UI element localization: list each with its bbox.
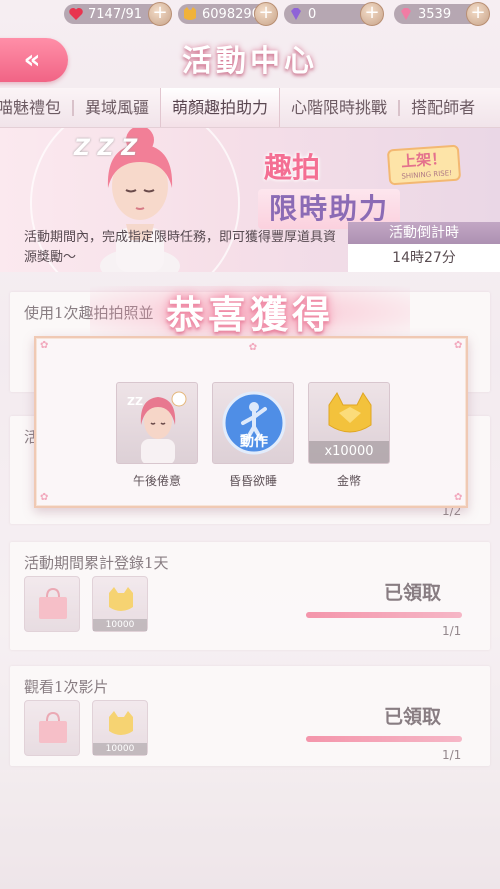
sleepy-girl-avatar-icon: ZZ [127, 391, 187, 463]
add-coin-button[interactable]: + [254, 2, 278, 26]
coin-value: 6098290 [202, 6, 260, 22]
zzz-text: Z Z Z [74, 136, 138, 161]
reward-label: 金幣 [336, 474, 361, 488]
reward-popup: ✿ ✿ ✿ ✿ ✿ ZZ 午後倦意 動作 昏昏欲睡 x10000 金幣 [34, 336, 468, 508]
add-stamina-button[interactable]: + [148, 2, 172, 26]
pink-diamond-value: 3539 [418, 6, 452, 22]
event-description: 活動期間內，完成指定限時任務，即可獲得豐厚道具資源獎勵～ [24, 230, 337, 265]
tab-exotic-frontier[interactable]: 異域風疆 [74, 88, 160, 127]
reward-item-coin[interactable]: x10000 [308, 382, 390, 464]
event-tabs: 喵魅禮包 異域風疆 萌顏趣拍助力 心階限時挑戰 搭配師者 [0, 88, 500, 128]
currency-bar: 7147/91 + 6098290 + 0 + 3539 + [0, 0, 500, 28]
pink-diamond-icon [401, 8, 411, 20]
corner-flower-icon: ✿ [40, 492, 49, 503]
action-tag: 動作 [240, 434, 268, 450]
reward-count: x10000 [309, 441, 389, 463]
popup-title: 恭喜獲得 [165, 292, 334, 337]
banner-title-line1: 趣拍 [264, 151, 321, 184]
top-flower-icon: ✿ [248, 342, 258, 353]
reward-item-outfit[interactable]: ZZ [116, 382, 198, 464]
purple-diamond-counter: 0 + [284, 2, 384, 26]
gold-coin-icon [328, 392, 372, 433]
svg-text:ZZ: ZZ [127, 395, 143, 408]
tab-charm-gift[interactable]: 喵魅禮包 [0, 88, 72, 127]
tab-stylist[interactable]: 搭配師者 [400, 88, 486, 127]
add-purple-diamond-button[interactable]: + [360, 2, 384, 26]
reward-item-action[interactable]: 動作 [212, 382, 294, 464]
reward-label: 昏昏欲睡 [228, 474, 277, 488]
heart-icon [69, 8, 83, 20]
pink-diamond-counter: 3539 + [394, 2, 490, 26]
stamina-value: 7147/91 [88, 6, 143, 22]
purple-diamond-icon [291, 8, 301, 20]
add-pink-diamond-button[interactable]: + [466, 2, 490, 26]
page-title: 活動中心 [182, 44, 318, 79]
corner-flower-icon: ✿ [40, 340, 49, 351]
countdown-value: 14時27分 [392, 250, 456, 266]
purple-diamond-value: 0 [308, 6, 317, 22]
countdown-label: 活動倒計時 [348, 222, 500, 244]
tab-cute-photo-boost[interactable]: 萌顏趣拍助力 [160, 88, 281, 127]
new-badge: 上架！ SHINING RISE! [386, 144, 462, 186]
stamina-counter: 7147/91 + [64, 2, 172, 26]
coin-counter: 6098290 + [178, 2, 278, 26]
cat-coin-icon [184, 7, 196, 20]
corner-flower-icon: ✿ [454, 340, 463, 351]
tab-heart-challenge[interactable]: 心階限時挑戰 [280, 88, 398, 127]
reward-label: 午後倦意 [132, 474, 181, 488]
new-badge-text: 上架！ [400, 149, 447, 171]
action-icon [222, 391, 286, 455]
event-countdown: 活動倒計時 14時27分 [348, 222, 500, 272]
corner-flower-icon: ✿ [454, 492, 463, 503]
